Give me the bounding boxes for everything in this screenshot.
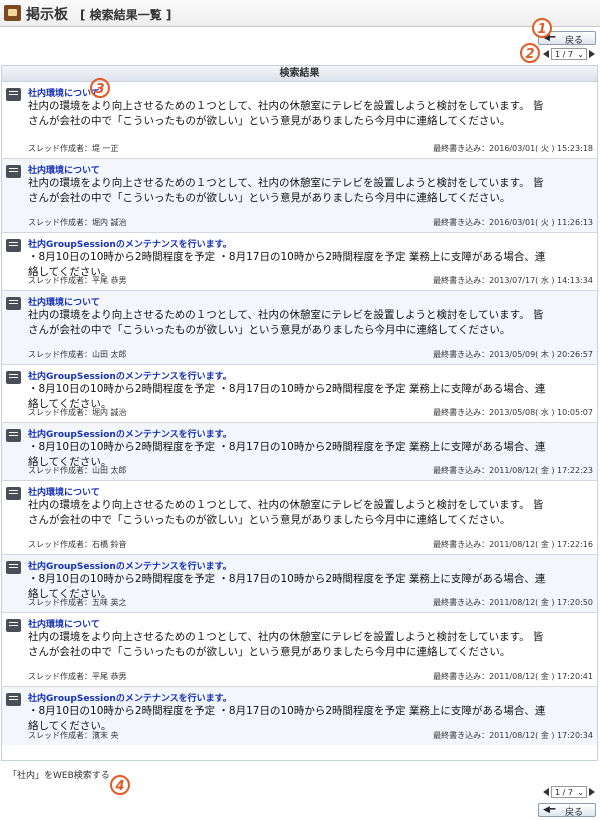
result-item: 社内環境について 社内の環境をより向上させるための１つとして、社内の休憩室にテレビ… [2,481,597,555]
thread-title-link[interactable]: 社内環境について [28,485,100,498]
next-page-icon[interactable] [589,788,595,796]
results-header: 検索結果 [2,66,597,82]
thread-icon [6,619,21,632]
page-select[interactable]: 1 / 7 ⌄ [551,48,587,60]
last-post-time: 最終書き込み：2011/08/12( 金 ) 17:20:34 [433,731,593,740]
search-results-panel: 検索結果 社内環境について 社内の環境をより向上させるための１つとして、社内の休憩… [1,65,598,761]
page-subtitle: [ 検索結果一覧 ] [80,8,172,22]
thread-title-link[interactable]: 社内環境について [28,295,100,308]
chevron-down-icon: ⌄ [577,50,584,59]
thread-body: 社内の環境をより向上させるための１つとして、社内の休憩室にテレビを設置しようと検… [28,100,544,127]
thread-author: スレッド作成者：山田 太郎 [28,350,127,359]
result-item: 社内環境について 社内の環境をより向上させるための１つとして、社内の休憩室にテレビ… [2,613,597,687]
result-item: 社内GroupSessionのメンテナンスを行います。 ・8月10日の10時から2… [2,233,597,291]
last-post-time: 最終書き込み：2013/05/09( 木 ) 20:26:57 [433,350,593,359]
thread-body: 社内の環境をより向上させるための１つとして、社内の休憩室にテレビを設置しようと検… [28,631,544,658]
result-item: 社内GroupSessionのメンテナンスを行います。 ・8月10日の10時から2… [2,555,597,613]
prev-page-icon[interactable] [543,788,549,796]
thread-icon [6,487,21,500]
thread-body: ・8月10日の10時から2時間程度を予定 ・8月17日の10時から2時間程度を予… [28,705,546,732]
annotation-marker-1: 1 [532,18,552,38]
thread-icon [6,297,21,310]
bulletin-board-icon [4,5,21,21]
last-post-time: 最終書き込み：2016/03/01( 火 ) 15:23:18 [433,144,593,153]
thread-title-link[interactable]: 社内環境について [28,617,100,630]
thread-title-link[interactable]: 社内GroupSessionのメンテナンスを行います。 [28,369,232,382]
thread-author: スレッド作成者：山田 太郎 [28,466,127,475]
prev-page-icon[interactable] [543,50,549,58]
pager-top: 1 / 7 ⌄ [543,48,597,62]
thread-title-link[interactable]: 社内GroupSessionのメンテナンスを行います。 [28,559,232,572]
thread-icon [6,429,21,442]
back-button-bottom[interactable]: ◀━ 戻る [538,803,596,818]
web-search-link[interactable]: 「社内」をWEB検索する [8,768,110,781]
thread-author: スレッド作成者：堤 一正 [28,144,119,153]
result-item: 社内環境について 社内の環境をより向上させるための１つとして、社内の休憩室にテレビ… [2,291,597,365]
last-post-time: 最終書き込み：2016/03/01( 火 ) 11:26:13 [433,218,593,227]
thread-author: スレッド作成者：堀内 誠治 [28,218,127,227]
last-post-time: 最終書き込み：2011/08/12( 金 ) 17:20:50 [433,598,593,607]
thread-icon [6,561,21,574]
annotation-marker-2: 2 [520,43,540,63]
thread-icon [6,693,21,706]
thread-body: 社内の環境をより向上させるための１つとして、社内の休憩室にテレビを設置しようと検… [28,177,544,204]
thread-icon [6,88,21,101]
thread-icon [6,165,21,178]
result-item: 社内環境について 社内の環境をより向上させるための１つとして、社内の休憩室にテレビ… [2,159,597,233]
thread-body: 社内の環境をより向上させるための１つとして、社内の休憩室にテレビを設置しようと検… [28,499,544,526]
last-post-time: 最終書き込み：2011/08/12( 金 ) 17:22:23 [433,466,593,475]
page-header: 掲示板 [ 検索結果一覧 ] [0,0,600,27]
thread-author: スレッド作成者：濱末 央 [28,731,119,740]
last-post-time: 最終書き込み：2013/05/08( 水 ) 10:05:07 [433,408,593,417]
thread-body: 社内の環境をより向上させるための１つとして、社内の休憩室にテレビを設置しようと検… [28,309,544,336]
result-list: 社内環境について 社内の環境をより向上させるための１つとして、社内の休憩室にテレビ… [2,82,597,745]
back-button-label: 戻る [565,808,584,818]
pager-bottom: 1 / 7 ⌄ [543,786,597,800]
thread-icon [6,371,21,384]
page-select-value: 1 / 7 [555,788,573,797]
page-select-value: 1 / 7 [555,50,573,59]
thread-icon [6,239,21,252]
page-title: 掲示板 [26,7,68,23]
thread-title-link[interactable]: 社内GroupSessionのメンテナンスを行います。 [28,237,232,250]
chevron-down-icon: ⌄ [577,788,584,797]
thread-author: スレッド作成者：石橋 鈴音 [28,540,127,549]
page-select[interactable]: 1 / 7 ⌄ [551,786,587,798]
thread-author: スレッド作成者：五味 英之 [28,598,127,607]
thread-title-link[interactable]: 社内GroupSessionのメンテナンスを行います。 [28,691,232,704]
next-page-icon[interactable] [589,50,595,58]
thread-author: スレッド作成者：堀内 誠治 [28,408,127,417]
thread-author: スレッド作成者：平尾 恭男 [28,672,127,681]
last-post-time: 最終書き込み：2011/08/12( 金 ) 17:20:41 [433,672,593,681]
result-item: 社内GroupSessionのメンテナンスを行います。 ・8月10日の10時から2… [2,423,597,481]
last-post-time: 最終書き込み：2013/07/17( 水 ) 14:13:34 [433,276,593,285]
annotation-marker-3: 3 [90,78,110,98]
thread-author: スレッド作成者：平尾 恭男 [28,276,127,285]
thread-title-link[interactable]: 社内GroupSessionのメンテナンスを行います。 [28,427,232,440]
thread-title-link[interactable]: 社内環境について [28,86,100,99]
back-arrow-icon: ◀━ [543,805,556,815]
result-item: 社内GroupSessionのメンテナンスを行います。 ・8月10日の10時から2… [2,687,597,745]
annotation-marker-4: 4 [110,775,130,795]
result-item: 社内GroupSessionのメンテナンスを行います。 ・8月10日の10時から2… [2,365,597,423]
thread-title-link[interactable]: 社内環境について [28,163,100,176]
last-post-time: 最終書き込み：2011/08/12( 金 ) 17:22:16 [433,540,593,549]
back-button-label: 戻る [565,36,584,46]
